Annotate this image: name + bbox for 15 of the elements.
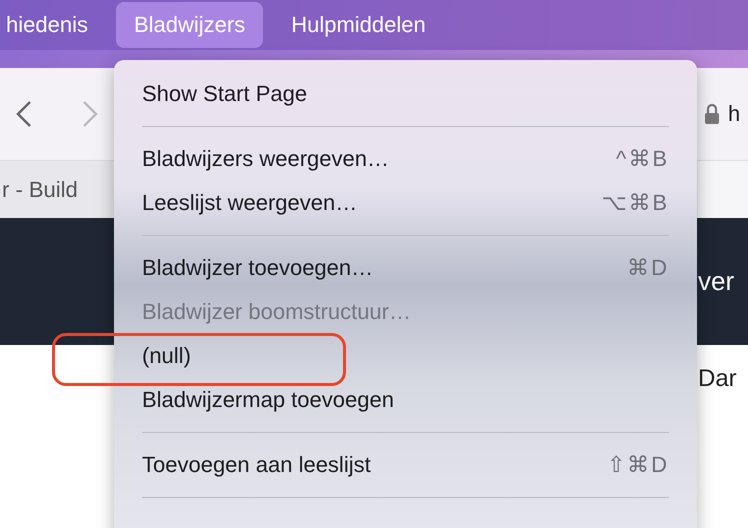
menu-item[interactable]: Leeslijst weergeven… ⌥⌘B <box>142 181 669 225</box>
page-text: Dar <box>698 365 738 394</box>
menu-bar-item[interactable]: hiedenis <box>0 2 106 48</box>
menu-item[interactable]: Toevoegen aan leeslijst ⇧⌘D <box>142 443 669 487</box>
menu-item[interactable]: Bladwijzers weergeven… ^⌘B <box>142 137 669 181</box>
menu-item[interactable]: Show Start Page <box>142 72 669 116</box>
tab-title[interactable]: r - Build <box>2 176 78 202</box>
menu-item[interactable]: (null) <box>142 334 669 378</box>
address-text[interactable]: h <box>728 101 748 127</box>
back-icon[interactable] <box>16 100 32 128</box>
lock-icon <box>704 103 720 125</box>
header-text: ver <box>698 266 736 297</box>
menu-bar-item[interactable]: Hulpmiddelen <box>273 2 444 48</box>
menu-item[interactable]: Bladwijzer toevoegen… ⌘D <box>142 246 669 290</box>
menu-item[interactable]: Bladwijzermap toevoegen <box>142 378 669 422</box>
